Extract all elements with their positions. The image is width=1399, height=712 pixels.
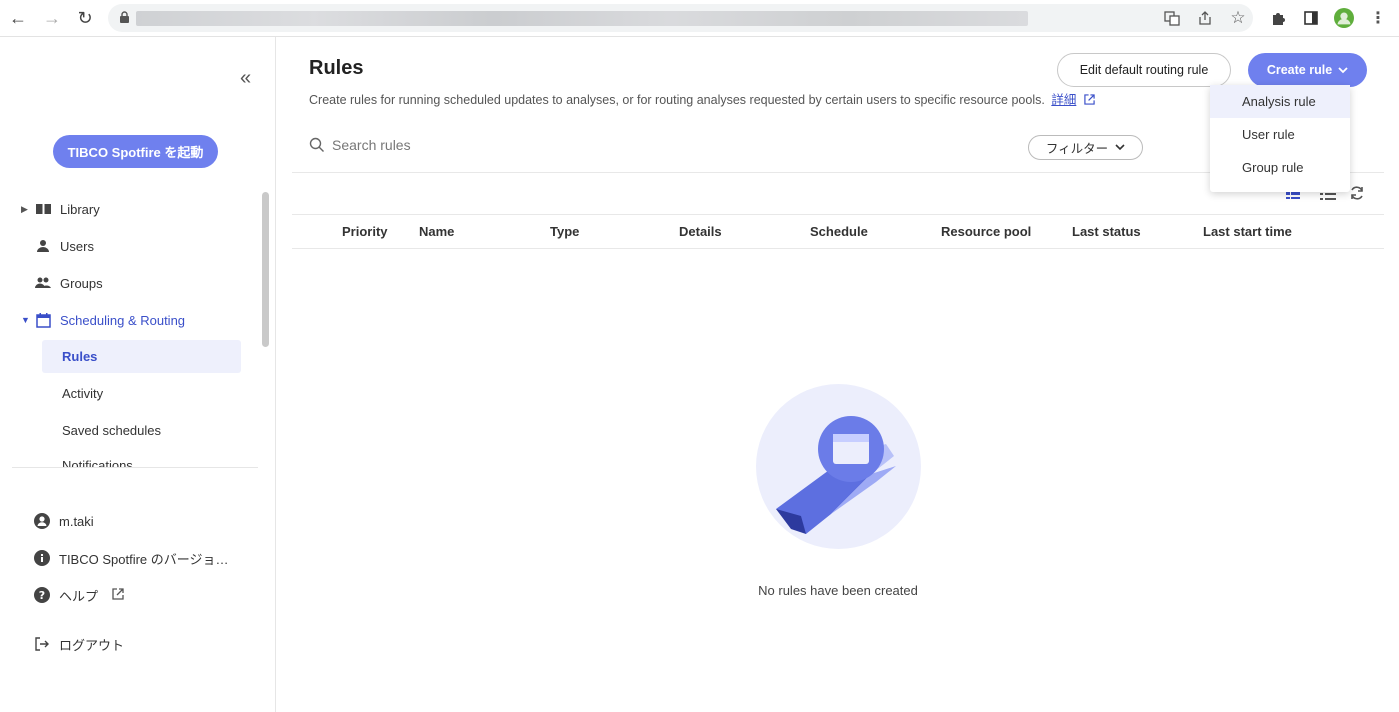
help-link[interactable]: ? ヘルプ	[33, 583, 124, 607]
caret-right-icon[interactable]: ▶	[21, 204, 33, 215]
column-last-status[interactable]: Last status	[1072, 224, 1141, 239]
reload-icon[interactable]: ↻	[74, 7, 96, 29]
sidebar-item-users[interactable]: Users	[0, 232, 94, 260]
page-description: Create rules for running scheduled updat…	[309, 89, 1095, 108]
lock-icon	[120, 11, 129, 23]
column-name[interactable]: Name	[419, 224, 454, 239]
caret-down-icon[interactable]: ▼	[21, 315, 33, 325]
info-icon	[33, 550, 50, 567]
logout-label: ログアウト	[59, 637, 125, 653]
sidebar-item-groups[interactable]: Groups	[0, 269, 103, 297]
sidebar-scrollbar[interactable]	[262, 192, 269, 347]
page-title: Rules	[309, 57, 364, 79]
sidebar-item-library[interactable]: ▶ Library	[0, 195, 100, 223]
logout-icon	[33, 636, 50, 653]
sidebar-item-scheduling-routing[interactable]: ▼ Scheduling & Routing	[0, 306, 185, 334]
column-details[interactable]: Details	[679, 224, 722, 239]
launch-spotfire-button[interactable]: TIBCO Spotfire を起動	[53, 135, 218, 168]
column-schedule[interactable]: Schedule	[810, 224, 868, 239]
blurred-url	[136, 11, 1028, 26]
address-bar[interactable]	[108, 4, 1253, 32]
search-input[interactable]: Search rules	[332, 137, 411, 153]
bookmark-star-icon[interactable]: ☆	[1228, 8, 1248, 28]
empty-state-text: No rules have been created	[758, 583, 918, 598]
browser-toolbar: ← → ↻ ☆ ⋮	[0, 0, 1399, 37]
share-icon[interactable]	[1195, 8, 1215, 28]
filter-button[interactable]: フィルター	[1028, 135, 1143, 160]
chevron-down-icon	[1115, 144, 1125, 151]
calendar-icon	[35, 312, 51, 328]
back-icon[interactable]: ←	[7, 7, 29, 29]
profile-avatar-icon[interactable]	[1334, 8, 1354, 28]
search-icon	[309, 137, 324, 152]
table-header: Priority Name Type Details Schedule Reso…	[292, 214, 1384, 249]
sidebar-item-label: Scheduling & Routing	[60, 312, 186, 328]
sidebar-item-label: Library	[60, 201, 100, 217]
logout-link[interactable]: ログアウト	[33, 632, 124, 656]
column-priority[interactable]: Priority	[342, 224, 388, 239]
column-type[interactable]: Type	[550, 224, 579, 239]
edit-default-routing-rule-button[interactable]: Edit default routing rule	[1057, 53, 1231, 87]
user-account[interactable]: m.taki	[33, 509, 94, 533]
username: m.taki	[59, 513, 94, 529]
menu-item-group-rule[interactable]: Group rule	[1210, 151, 1350, 184]
account-circle-icon	[33, 513, 50, 530]
details-link[interactable]: 詳細	[1051, 93, 1076, 107]
forward-icon[interactable]: →	[41, 7, 63, 29]
people-icon	[35, 275, 51, 291]
empty-state-illustration	[756, 384, 921, 549]
help-icon: ?	[33, 587, 50, 604]
version-info[interactable]: TIBCO Spotfire のバージョ…	[33, 546, 229, 570]
menu-item-user-rule[interactable]: User rule	[1210, 118, 1350, 151]
chevron-down-icon	[1338, 66, 1348, 73]
sidebar-divider	[12, 467, 258, 468]
search-rules[interactable]: Search rules	[309, 137, 411, 153]
refresh-icon[interactable]	[1349, 185, 1365, 201]
sidebar-item-saved-schedules[interactable]: Saved schedules	[42, 414, 241, 447]
create-rule-button[interactable]: Create rule	[1248, 53, 1367, 87]
sidebar-item-activity[interactable]: Activity	[42, 377, 241, 410]
sidebar-item-label: Users	[60, 238, 94, 254]
book-icon	[35, 201, 51, 217]
collapse-sidebar-icon[interactable]: «	[240, 67, 251, 90]
person-icon	[35, 238, 51, 254]
column-resource-pool[interactable]: Resource pool	[941, 224, 1031, 239]
extensions-icon[interactable]	[1268, 8, 1288, 28]
column-last-start-time[interactable]: Last start time	[1203, 224, 1292, 239]
external-link-icon	[1084, 94, 1095, 105]
side-panel-icon[interactable]	[1301, 8, 1321, 28]
menu-item-analysis-rule[interactable]: Analysis rule	[1210, 85, 1350, 118]
create-rule-menu: Analysis rule User rule Group rule	[1210, 85, 1350, 192]
sidebar-item-notifications[interactable]: Notifications	[42, 451, 241, 467]
sidebar-item-label: Groups	[60, 275, 103, 291]
kebab-menu-icon[interactable]: ⋮	[1368, 8, 1388, 28]
version-label: TIBCO Spotfire のバージョ…	[59, 551, 229, 567]
sidebar-item-rules[interactable]: Rules	[42, 340, 241, 373]
help-label: ヘルプ	[59, 588, 99, 604]
sidebar: « TIBCO Spotfire を起動 ▶ Library Users Gro…	[0, 37, 276, 712]
svg-text:?: ?	[38, 589, 44, 602]
external-link-icon	[112, 587, 124, 603]
translate-icon[interactable]	[1162, 8, 1182, 28]
